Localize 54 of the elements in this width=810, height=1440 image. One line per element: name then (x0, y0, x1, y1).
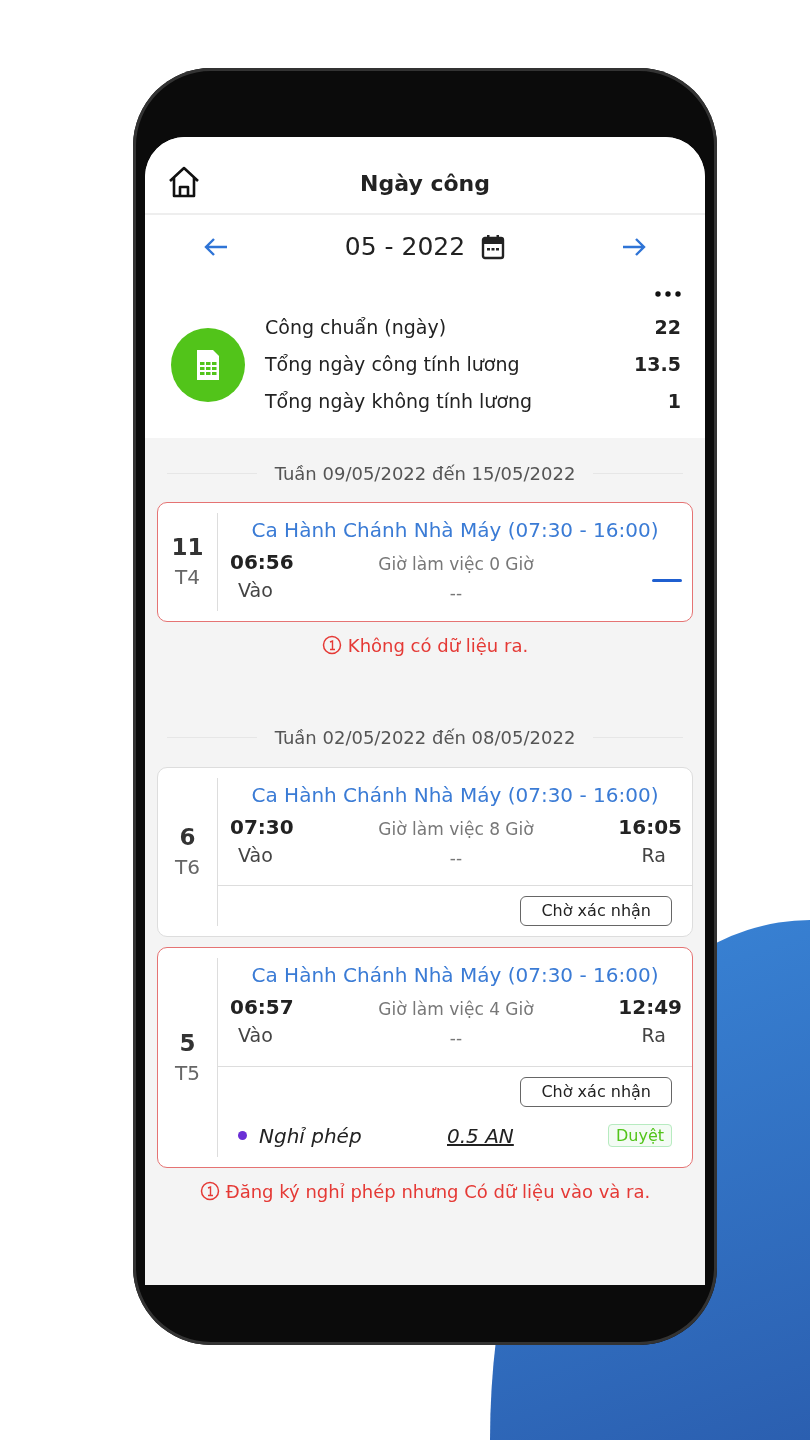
check-out-time: 12:49 (617, 994, 682, 1021)
missing-dash-icon (652, 579, 682, 582)
day-number: 5 (179, 1031, 196, 1055)
check-in-time: 06:56 (230, 549, 295, 576)
weekday-label: T5 (175, 1062, 200, 1083)
day-card[interactable]: 6 T6 Ca Hành Chánh Nhà Máy (07:30 - 16:00) 07:30 Vào Giờ làm việc 8 Giờ -- 16:05 Ra Chờ xác nhận (157, 766, 693, 937)
shift-name: Ca Hành Chánh Nhà Máy (07:30 - 16:00) (250, 962, 660, 989)
more-icon[interactable] (655, 291, 681, 297)
summary-label: Công chuẩn (ngày) (265, 315, 447, 341)
month-label: 05 - 2022 (344, 231, 466, 264)
weekday-label: T6 (175, 857, 200, 878)
confirm-status-button[interactable]: Chờ xác nhận (520, 1076, 672, 1107)
calendar-icon[interactable] (481, 234, 506, 260)
day-number: 6 (179, 826, 196, 850)
hours-note: -- (448, 846, 464, 870)
summary-value: 22 (654, 315, 681, 341)
week-label: Tuần 09/05/2022 đến 15/05/2022 (274, 461, 576, 486)
work-hours: Giờ làm việc 4 Giờ (377, 998, 535, 1021)
arrow-right-icon[interactable] (621, 236, 647, 258)
summary-label: Tổng ngày công tính lương (265, 352, 520, 378)
approval-tag: Duyệt (607, 1123, 672, 1147)
check-out-time: 16:05 (617, 813, 682, 841)
day-card[interactable]: 5 T5 Ca Hành Chánh Nhà Máy (07:30 - 16:00) 06:57 Vào Giờ làm việc 4 Giờ -- 12:49 Ra Chờ xác nhận Nghỉ phép 0.5 AN Duyệt (157, 947, 693, 1168)
confirm-status-button[interactable]: Chờ xác nhận (520, 896, 672, 926)
info-icon (199, 1181, 220, 1201)
summary-value: 13.5 (634, 352, 681, 378)
check-out-label: Ra (640, 842, 667, 868)
check-out-label: Ra (640, 1023, 667, 1048)
work-hours: Giờ làm việc 0 Giờ (377, 553, 535, 576)
check-in-label: Vào (237, 578, 274, 603)
check-in-label: Vào (237, 842, 274, 868)
day-number: 11 (171, 536, 204, 560)
page-title: Ngày công (360, 169, 490, 198)
week-label: Tuần 02/05/2022 đến 08/05/2022 (274, 726, 576, 750)
warning-text: Không có dữ liệu ra. (347, 633, 529, 658)
hours-note: -- (448, 582, 464, 605)
arrow-left-icon[interactable] (203, 236, 229, 258)
home-icon[interactable] (167, 165, 201, 199)
info-icon (321, 635, 342, 655)
weekday-label: T4 (175, 567, 200, 588)
day-card[interactable]: 11 T4 Ca Hành Chánh Nhà Máy (07:30 - 16:00) 06:56 Vào Giờ làm việc 0 Giờ -- (157, 502, 693, 622)
warning-text: Đăng ký nghỉ phép nhưng Có dữ liệu vào và ra. (225, 1179, 651, 1204)
check-in-time: 07:30 (230, 813, 295, 841)
summary-label: Tổng ngày không tính lương (265, 389, 533, 415)
shift-name: Ca Hành Chánh Nhà Máy (07:30 - 16:00) (250, 781, 660, 809)
shift-name: Ca Hành Chánh Nhà Máy (07:30 - 16:00) (250, 517, 660, 544)
leave-type: Nghỉ phép (259, 1122, 363, 1150)
check-in-time: 06:57 (230, 994, 295, 1021)
check-in-label: Vào (237, 1023, 274, 1048)
leave-amount[interactable]: 0.5 AN (447, 1120, 608, 1151)
spreadsheet-icon (195, 347, 221, 382)
summary-value: 1 (667, 389, 681, 415)
work-hours: Giờ làm việc 8 Giờ (377, 817, 535, 841)
hours-note: -- (448, 1027, 464, 1050)
